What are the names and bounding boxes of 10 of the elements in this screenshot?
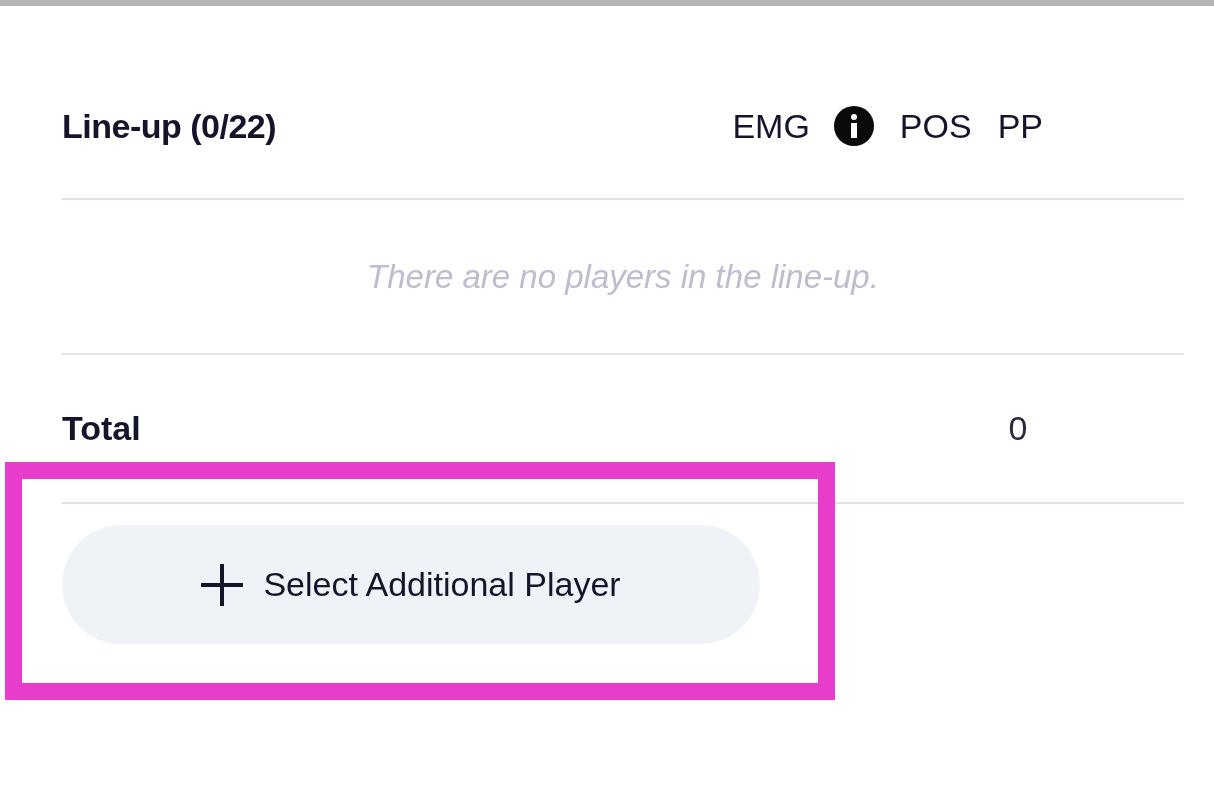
info-icon[interactable] bbox=[833, 106, 874, 146]
plus-icon bbox=[201, 563, 244, 606]
column-header: PP bbox=[997, 106, 1043, 146]
column-header: EMG bbox=[732, 106, 810, 146]
select-player-button[interactable]: Select Additional Player bbox=[62, 525, 760, 644]
total-label: Total bbox=[62, 409, 142, 448]
lineup-title: Line-up (0/22) bbox=[62, 107, 278, 146]
empty-message: There are no players in the line-up. bbox=[367, 257, 879, 296]
total-value: 0 bbox=[1007, 409, 1029, 448]
column-header: POS bbox=[899, 106, 972, 146]
